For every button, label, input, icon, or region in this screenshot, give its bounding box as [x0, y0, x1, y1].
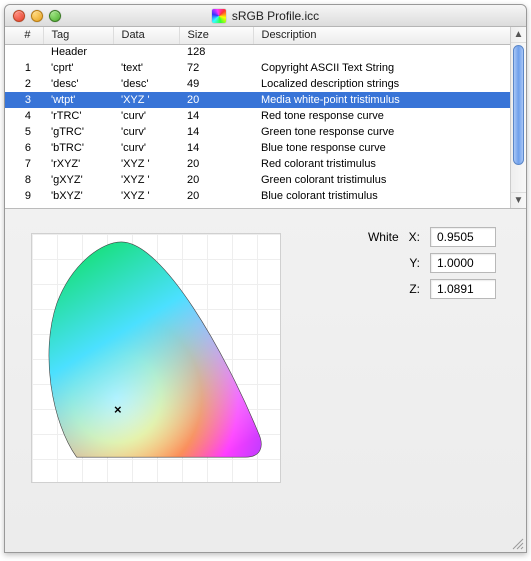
cell-desc: Blue tone response curve [253, 140, 510, 156]
table-row[interactable]: Header 128 [5, 44, 510, 60]
cell-size: 20 [179, 188, 253, 204]
zoom-button[interactable] [49, 10, 61, 22]
cell-desc: Red colorant tristimulus [253, 156, 510, 172]
col-header-num[interactable]: # [5, 27, 43, 44]
cell-data: 'curv' [113, 124, 179, 140]
table-row[interactable]: 3'wtpt''XYZ '20Media white-point tristim… [5, 92, 510, 108]
cell-data: 'curv' [113, 140, 179, 156]
vertical-scrollbar[interactable]: ▲ ▼ [510, 27, 526, 208]
cell-desc: Copyright ASCII Text String [253, 60, 510, 76]
cell-data: 'curv' [113, 108, 179, 124]
cell-num: 2 [5, 76, 43, 92]
cell-data: 'XYZ ' [113, 92, 179, 108]
cell-data: 'XYZ ' [113, 156, 179, 172]
table-row[interactable]: 5'gTRC''curv'14Green tone response curve [5, 124, 510, 140]
table-container: # Tag Data Size Description Header1281'c… [5, 27, 526, 209]
cell-num: 7 [5, 156, 43, 172]
cell-num: 4 [5, 108, 43, 124]
window: sRGB Profile.icc # Tag Data Size Descrip… [4, 4, 527, 553]
cell-desc: Green tone response curve [253, 124, 510, 140]
cell-tag: 'rTRC' [43, 108, 113, 124]
col-header-data[interactable]: Data [113, 27, 179, 44]
label-x: X: [409, 230, 422, 244]
cell-tag: 'bTRC' [43, 140, 113, 156]
cell-size: 20 [179, 92, 253, 108]
cell-size: 20 [179, 172, 253, 188]
input-y[interactable] [430, 253, 496, 273]
cell-data: 'XYZ ' [113, 172, 179, 188]
input-z[interactable] [430, 279, 496, 299]
cell-num: 3 [5, 92, 43, 108]
minimize-button[interactable] [31, 10, 43, 22]
cell-desc: Media white-point tristimulus [253, 92, 510, 108]
coordinate-fields: White X: Y: Z: [368, 227, 496, 299]
cell-data [113, 44, 179, 60]
spectral-locus-icon [32, 234, 280, 482]
window-title: sRGB Profile.icc [232, 9, 319, 23]
traffic-lights [13, 10, 61, 22]
cell-size: 128 [179, 44, 253, 60]
scroll-up-arrow-icon[interactable]: ▲ [511, 27, 526, 43]
cell-num: 6 [5, 140, 43, 156]
col-header-size[interactable]: Size [179, 27, 253, 44]
cell-desc: Blue colorant tristimulus [253, 188, 510, 204]
scroll-thumb[interactable] [513, 45, 524, 165]
cell-size: 72 [179, 60, 253, 76]
chromaticity-diagram: × [31, 233, 281, 483]
table-scroll-area[interactable]: # Tag Data Size Description Header1281'c… [5, 27, 510, 208]
cell-data: 'XYZ ' [113, 188, 179, 204]
cell-desc: Green colorant tristimulus [253, 172, 510, 188]
cell-num: 9 [5, 188, 43, 204]
cell-size: 14 [179, 108, 253, 124]
cell-num [5, 44, 43, 60]
close-button[interactable] [13, 10, 25, 22]
cell-tag: 'gTRC' [43, 124, 113, 140]
table-row[interactable]: 9'bXYZ''XYZ '20Blue colorant tristimulus [5, 188, 510, 204]
white-point-marker-icon: × [114, 402, 122, 417]
cell-desc: Localized description strings [253, 76, 510, 92]
cell-num: 8 [5, 172, 43, 188]
cell-data: 'text' [113, 60, 179, 76]
label-z: Z: [409, 282, 422, 296]
cell-size: 20 [179, 156, 253, 172]
table-row[interactable]: 4'rTRC''curv'14Red tone response curve [5, 108, 510, 124]
document-icon [212, 9, 226, 23]
table-row[interactable]: 7'rXYZ''XYZ '20Red colorant tristimulus [5, 156, 510, 172]
label-y: Y: [409, 256, 422, 270]
col-header-desc[interactable]: Description [253, 27, 510, 44]
cell-tag: 'cprt' [43, 60, 113, 76]
cell-tag: 'desc' [43, 76, 113, 92]
table-header-row: # Tag Data Size Description [5, 27, 510, 44]
cell-size: 14 [179, 124, 253, 140]
input-x[interactable] [430, 227, 496, 247]
cell-size: 14 [179, 140, 253, 156]
table-row[interactable]: 1'cprt''text'72Copyright ASCII Text Stri… [5, 60, 510, 76]
window-title-area: sRGB Profile.icc [5, 9, 526, 23]
cell-tag: 'rXYZ' [43, 156, 113, 172]
tag-table: # Tag Data Size Description Header1281'c… [5, 27, 510, 204]
scroll-down-arrow-icon[interactable]: ▼ [511, 192, 526, 208]
col-header-tag[interactable]: Tag [43, 27, 113, 44]
table-row[interactable]: 2'desc''desc'49Localized description str… [5, 76, 510, 92]
field-label-white: White [368, 230, 401, 244]
table-row[interactable]: 8'gXYZ''XYZ '20Green colorant tristimulu… [5, 172, 510, 188]
resize-grip-icon[interactable] [510, 536, 524, 550]
cell-desc: Red tone response curve [253, 108, 510, 124]
table-row[interactable]: 6'bTRC''curv'14Blue tone response curve [5, 140, 510, 156]
cell-desc [253, 44, 510, 60]
cell-tag: Header [43, 44, 113, 60]
cell-num: 1 [5, 60, 43, 76]
cell-size: 49 [179, 76, 253, 92]
titlebar[interactable]: sRGB Profile.icc [5, 5, 526, 27]
cell-tag: 'bXYZ' [43, 188, 113, 204]
detail-pane: × White X: Y: Z: [5, 209, 526, 552]
cell-tag: 'wtpt' [43, 92, 113, 108]
cell-tag: 'gXYZ' [43, 172, 113, 188]
cell-num: 5 [5, 124, 43, 140]
cell-data: 'desc' [113, 76, 179, 92]
